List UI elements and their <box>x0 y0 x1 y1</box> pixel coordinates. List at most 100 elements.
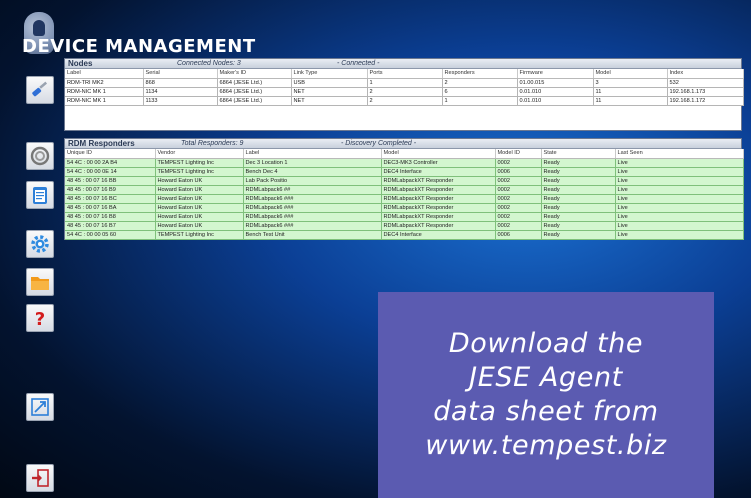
app-title: DEVICE MANAGEMENT <box>22 36 256 57</box>
column-header[interactable]: Link Type <box>291 69 368 79</box>
table-cell: 192.168.1.172 <box>667 96 744 106</box>
column-header[interactable]: State <box>541 149 616 159</box>
table-cell: Howard Eaton UK <box>155 185 244 195</box>
table-cell: RDMLabpackXT Responder <box>381 212 496 222</box>
table-cell: RDM-TRI MK2 <box>65 78 144 88</box>
column-header[interactable]: Label <box>65 69 144 79</box>
responders-count: Total Responders: 9 <box>181 140 244 147</box>
table-row[interactable]: RDM-TRI MK2 868 6864 (JESE Ltd.) USB 1 2 01.00… <box>65 78 744 88</box>
table-cell: RDMLabpackXT Responder <box>381 194 496 204</box>
table-cell: 192.168.1.173 <box>667 87 744 97</box>
table-row[interactable]: 48 45 : 00 07 16 B7 Howard Eaton UK RDMLab… <box>65 221 744 231</box>
table-cell: 0006 <box>495 230 542 240</box>
clipboard-icon <box>33 187 47 204</box>
table-row[interactable]: 54 4C : 00 00 05 60 TEMPEST Lighting Inc B… <box>65 230 744 240</box>
table-cell: 48 45 : 00 07 16 B8 <box>65 212 156 222</box>
table-row[interactable]: 48 45 : 00 07 16 BC Howard Eaton UK RDMLab… <box>65 194 744 204</box>
gear-icon <box>31 235 49 253</box>
table-row[interactable]: 48 45 : 00 07 16 B9 Howard Eaton UK RDMLab… <box>65 185 744 195</box>
refresh-icon <box>30 146 50 166</box>
tools-button[interactable] <box>26 76 54 104</box>
table-cell: 6 <box>442 87 518 97</box>
table-cell: 54 4C : 00 00 0E 14 <box>65 167 156 177</box>
table-row[interactable]: 48 45 : 00 07 16 BB Howard Eaton UK Lab Pa… <box>65 176 744 186</box>
table-cell: Howard Eaton UK <box>155 203 244 213</box>
column-header[interactable]: Vendor <box>155 149 244 159</box>
nodes-panel: Nodes Connected Nodes: 3 - Connected - L… <box>64 58 744 131</box>
column-header[interactable]: Responders <box>442 69 518 79</box>
column-header[interactable]: Model ID <box>495 149 542 159</box>
promo-banner[interactable]: Download the JESE Agent data sheet from … <box>378 292 714 498</box>
responders-body: 54 4C : 00 00 2A B4 TEMPEST Lighting Inc D… <box>65 158 744 240</box>
table-cell: Live <box>615 158 744 168</box>
settings-button[interactable] <box>26 230 54 258</box>
table-cell: RDMLabpackXT Responder <box>381 176 496 186</box>
table-cell: 868 <box>143 78 218 88</box>
promo-text: Download the JESE Agent data sheet from … <box>425 327 666 463</box>
table-cell: 48 45 : 00 07 16 BA <box>65 203 156 213</box>
responders-title: RDM Responders <box>68 139 135 148</box>
table-row[interactable]: 54 4C : 00 00 0E 14 TEMPEST Lighting Inc B… <box>65 167 744 177</box>
table-row[interactable]: RDM-NIC MK 1 1134 6864 (JESE Ltd.) NET 2 6 0.0… <box>65 87 744 97</box>
table-cell: DEC4 Interface <box>381 167 496 177</box>
table-row[interactable]: 54 4C : 00 00 2A B4 TEMPEST Lighting Inc D… <box>65 158 744 168</box>
nodes-header: Nodes Connected Nodes: 3 - Connected - <box>65 59 741 69</box>
exit-button[interactable] <box>26 464 54 492</box>
table-cell: 0002 <box>495 176 542 186</box>
table-row[interactable]: RDM-NIC MK 1 1133 6864 (JESE Ltd.) NET 2 1 0.0… <box>65 96 744 106</box>
table-cell: 1133 <box>143 96 218 106</box>
help-button[interactable]: ? <box>26 304 54 332</box>
promo-line: data sheet from <box>433 396 659 427</box>
help-icon: ? <box>35 309 45 329</box>
table-cell: 6864 (JESE Ltd.) <box>217 87 292 97</box>
column-header[interactable]: Label <box>243 149 382 159</box>
table-cell: RDMLabpack6 ### <box>243 194 382 204</box>
table-cell: RDM-NIC MK 1 <box>65 87 144 97</box>
table-cell: Live <box>615 176 744 186</box>
table-cell: Lab Pack Positio <box>243 176 382 186</box>
column-header[interactable]: Last Seen <box>615 149 744 159</box>
table-cell: Ready <box>541 221 616 231</box>
table-cell: Live <box>615 203 744 213</box>
table-cell: 0002 <box>495 203 542 213</box>
column-header[interactable]: Index <box>667 69 744 79</box>
table-cell: RDM-NIC MK 1 <box>65 96 144 106</box>
clipboard-button[interactable] <box>26 181 54 209</box>
table-cell: Howard Eaton UK <box>155 176 244 186</box>
table-cell: TEMPEST Lighting Inc <box>155 230 244 240</box>
table-cell: 6864 (JESE Ltd.) <box>217 96 292 106</box>
table-cell: Live <box>615 212 744 222</box>
column-header[interactable]: Model <box>593 69 668 79</box>
table-cell: 2 <box>367 87 443 97</box>
expand-icon <box>31 398 49 416</box>
table-cell: Ready <box>541 212 616 222</box>
nodes-status: - Connected - <box>337 60 380 67</box>
promo-line: JESE Agent <box>469 362 623 393</box>
column-header[interactable]: Serial <box>143 69 218 79</box>
responders-status: - Discovery Completed - <box>341 140 417 147</box>
table-cell: RDMLabpack6 ## <box>243 185 382 195</box>
exit-icon <box>32 469 49 487</box>
table-cell: 3 <box>593 78 668 88</box>
table-row[interactable]: 48 45 : 00 07 16 BA Howard Eaton UK RDMLab… <box>65 203 744 213</box>
column-header[interactable]: Ports <box>367 69 443 79</box>
table-cell: 11 <box>593 87 668 97</box>
column-header[interactable]: Maker's ID <box>217 69 292 79</box>
folder-icon <box>31 277 49 290</box>
table-row[interactable]: 48 45 : 00 07 16 B8 Howard Eaton UK RDMLab… <box>65 212 744 222</box>
table-cell: 54 4C : 00 00 05 60 <box>65 230 156 240</box>
column-header[interactable]: Model <box>381 149 496 159</box>
table-cell: 1134 <box>143 87 218 97</box>
table-cell: Live <box>615 185 744 195</box>
table-cell: Howard Eaton UK <box>155 221 244 231</box>
table-cell: NET <box>291 96 368 106</box>
fullscreen-button[interactable] <box>26 393 54 421</box>
column-header[interactable]: Unique ID <box>65 149 156 159</box>
table-cell: 48 45 : 00 07 16 BC <box>65 194 156 204</box>
refresh-button[interactable] <box>26 142 54 170</box>
open-folder-button[interactable] <box>26 268 54 296</box>
table-cell: TEMPEST Lighting Inc <box>155 167 244 177</box>
column-header[interactable]: Firmware <box>517 69 594 79</box>
table-cell: Live <box>615 194 744 204</box>
table-cell: 0.01.010 <box>517 96 594 106</box>
